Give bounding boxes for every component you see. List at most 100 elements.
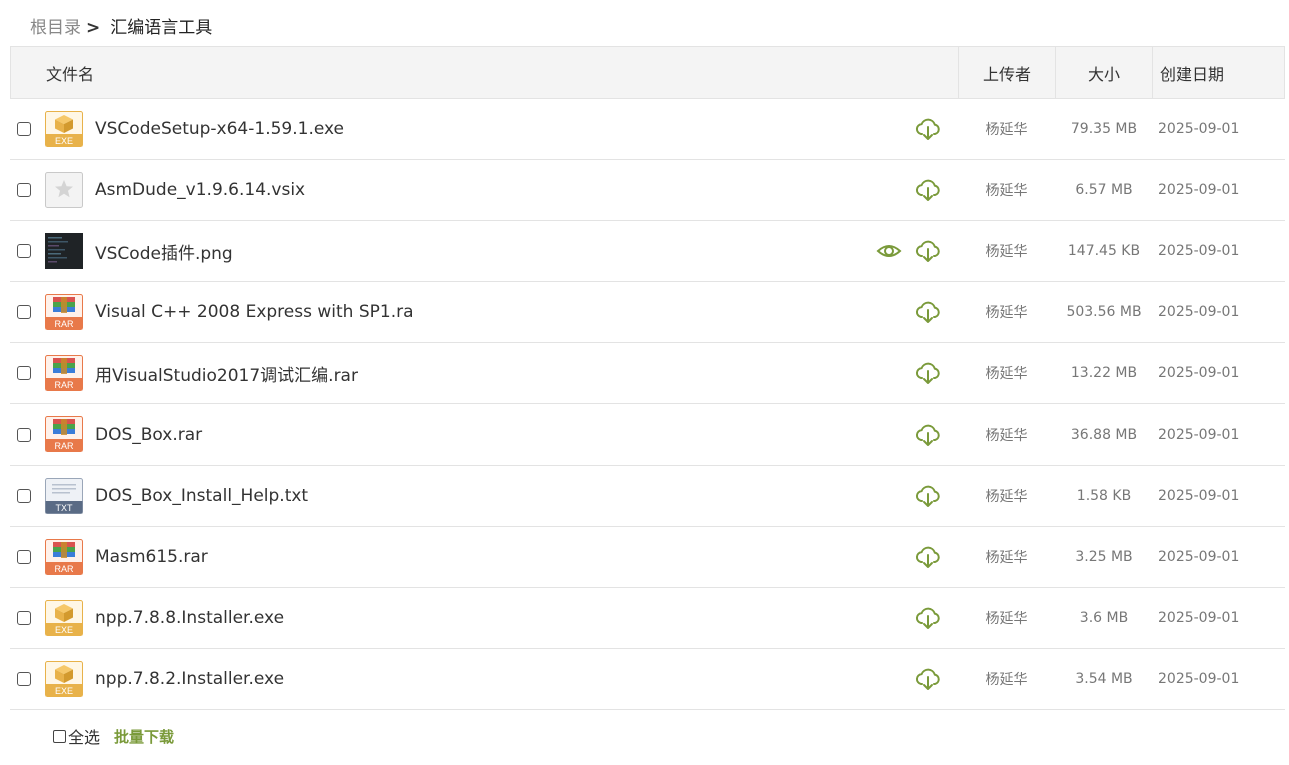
download-cloud-icon[interactable] <box>915 605 941 631</box>
row-checkbox[interactable] <box>17 427 31 442</box>
row-checkbox[interactable] <box>17 610 31 625</box>
table-row[interactable]: EXE VSCodeSetup-x64-1.59.1.exe 杨延华 79.35 MB… <box>10 99 1285 161</box>
download-cloud-icon[interactable] <box>915 666 941 692</box>
generic-file-icon <box>45 172 83 209</box>
uploader-cell: 杨延华 <box>985 427 1028 444</box>
table-footer: 全选 批量下载 <box>53 724 174 748</box>
uploader-cell: 杨延华 <box>985 366 1028 383</box>
row-checkbox[interactable] <box>17 549 31 564</box>
row-checkbox[interactable] <box>17 122 31 137</box>
rar-file-icon: RAR <box>45 355 83 392</box>
svg-text:EXE: EXE <box>55 625 73 635</box>
download-cloud-icon[interactable] <box>915 360 941 386</box>
header-uploader[interactable]: 上传者 <box>958 47 1055 98</box>
svg-text:RAR: RAR <box>54 319 74 329</box>
row-checkbox[interactable] <box>17 366 31 381</box>
image-thumbnail-icon <box>45 233 83 270</box>
table-row[interactable]: RAR 用VisualStudio2017调试汇编.rar 杨延华 13.22 MB 2… <box>10 343 1285 405</box>
file-name-link[interactable]: DOS_Box_Install_Help.txt <box>95 486 308 506</box>
file-name-link[interactable]: npp.7.8.2.Installer.exe <box>95 669 284 689</box>
file-name-link[interactable]: npp.7.8.8.Installer.exe <box>95 608 284 628</box>
download-cloud-icon[interactable] <box>915 238 941 264</box>
svg-text:EXE: EXE <box>55 136 73 146</box>
table-row[interactable]: RAR DOS_Box.rar 杨延华 36.88 MB 2025-09-01 <box>10 404 1285 466</box>
download-cloud-icon[interactable] <box>915 483 941 509</box>
exe-file-icon: EXE <box>45 660 83 697</box>
row-checkbox[interactable] <box>17 671 31 686</box>
batch-download-button[interactable]: 批量下载 <box>114 726 174 747</box>
size-cell: 3.6 MB <box>1079 609 1129 626</box>
table-row[interactable]: RAR Visual C++ 2008 Express with SP1.ra 杨延… <box>10 282 1285 344</box>
header-name[interactable]: 文件名 <box>11 47 958 98</box>
table-row[interactable]: AsmDude_v1.9.6.14.vsix 杨延华 6.57 MB 2025-09-… <box>10 160 1285 222</box>
txt-file-icon: TXT <box>45 477 83 514</box>
file-name-link[interactable]: VSCodeSetup-x64-1.59.1.exe <box>95 119 344 139</box>
size-cell: 6.57 MB <box>1075 182 1133 199</box>
download-cloud-icon[interactable] <box>915 299 941 325</box>
size-cell: 36.88 MB <box>1070 426 1138 443</box>
breadcrumb-current: 汇编语言工具 <box>110 18 213 38</box>
file-name-link[interactable]: DOS_Box.rar <box>95 425 202 445</box>
table-row[interactable]: EXE npp.7.8.8.Installer.exe 杨延华 3.6 MB 2025-… <box>10 588 1285 649</box>
uploader-cell: 杨延华 <box>985 183 1028 200</box>
row-checkbox[interactable] <box>17 244 31 259</box>
date-cell: 2025-09-01 <box>1158 182 1240 199</box>
breadcrumb-separator: > <box>86 18 101 38</box>
checkbox-box <box>53 729 66 743</box>
size-cell: 503.56 MB <box>1066 304 1142 321</box>
preview-eye-icon[interactable] <box>876 241 902 261</box>
uploader-cell: 杨延华 <box>985 610 1028 627</box>
table-header: 文件名 上传者 大小 创建日期 <box>10 46 1285 99</box>
table-row[interactable]: RAR Masm615.rar 杨延华 3.25 MB 2025-09-01 <box>10 527 1285 588</box>
breadcrumb: 根目录 > 汇编语言工具 <box>30 16 212 40</box>
file-name-link[interactable]: 用VisualStudio2017调试汇编.rar <box>95 361 358 386</box>
breadcrumb-root-link[interactable]: 根目录 <box>30 16 81 40</box>
table-row[interactable]: EXE npp.7.8.2.Installer.exe 杨延华 3.54 MB 2025… <box>10 649 1285 710</box>
exe-file-icon: EXE <box>45 599 83 636</box>
uploader-cell: 杨延华 <box>985 244 1028 261</box>
row-checkbox[interactable] <box>17 305 31 320</box>
file-name-link[interactable]: Masm615.rar <box>95 547 208 567</box>
row-checkbox[interactable] <box>17 183 31 198</box>
select-all-checkbox[interactable]: 全选 <box>53 724 100 748</box>
uploader-cell: 杨延华 <box>985 671 1028 688</box>
file-name-link[interactable]: Visual C++ 2008 Express with SP1.ra <box>95 302 414 322</box>
file-name-link[interactable]: AsmDude_v1.9.6.14.vsix <box>95 180 305 200</box>
svg-text:RAR: RAR <box>54 380 74 390</box>
exe-file-icon: EXE <box>45 111 83 147</box>
header-date[interactable]: 创建日期 <box>1152 47 1284 98</box>
size-cell: 79.35 MB <box>1070 121 1138 138</box>
date-cell: 2025-09-01 <box>1158 487 1240 504</box>
table-body: EXE VSCodeSetup-x64-1.59.1.exe 杨延华 79.35 MB… <box>10 99 1285 710</box>
download-cloud-icon[interactable] <box>915 544 941 570</box>
download-cloud-icon[interactable] <box>915 116 941 142</box>
table-row[interactable]: TXT DOS_Box_Install_Help.txt 杨延华 1.58 KB 202… <box>10 466 1285 527</box>
uploader-cell: 杨延华 <box>985 122 1028 139</box>
date-cell: 2025-09-01 <box>1158 365 1240 382</box>
svg-text:RAR: RAR <box>54 564 74 574</box>
rar-file-icon: RAR <box>45 416 83 453</box>
date-cell: 2025-09-01 <box>1158 304 1240 321</box>
header-size[interactable]: 大小 <box>1055 47 1152 98</box>
select-all-label: 全选 <box>68 728 101 747</box>
size-cell: 1.58 KB <box>1076 487 1132 504</box>
file-table: 文件名 上传者 大小 创建日期 EXE VSCodeSetup-x64-1.59.… <box>10 46 1285 710</box>
row-checkbox[interactable] <box>17 488 31 503</box>
file-name-link[interactable]: VSCode插件.png <box>95 239 233 264</box>
date-cell: 2025-09-01 <box>1158 670 1240 687</box>
svg-text:RAR: RAR <box>54 441 74 451</box>
date-cell: 2025-09-01 <box>1158 548 1240 565</box>
download-cloud-icon[interactable] <box>915 422 941 448</box>
date-cell: 2025-09-01 <box>1158 243 1240 260</box>
rar-file-icon: RAR <box>45 294 83 331</box>
table-row[interactable]: VSCode插件.png 杨延华 147.45 KB 2025-09-01 <box>10 221 1285 283</box>
svg-text:TXT: TXT <box>56 503 74 513</box>
size-cell: 3.54 MB <box>1075 670 1133 687</box>
size-cell: 13.22 MB <box>1070 365 1138 382</box>
date-cell: 2025-09-01 <box>1158 609 1240 626</box>
rar-file-icon: RAR <box>45 538 83 575</box>
uploader-cell: 杨延华 <box>985 305 1028 322</box>
size-cell: 3.25 MB <box>1075 548 1133 565</box>
download-cloud-icon[interactable] <box>915 177 941 203</box>
date-cell: 2025-09-01 <box>1158 426 1240 443</box>
